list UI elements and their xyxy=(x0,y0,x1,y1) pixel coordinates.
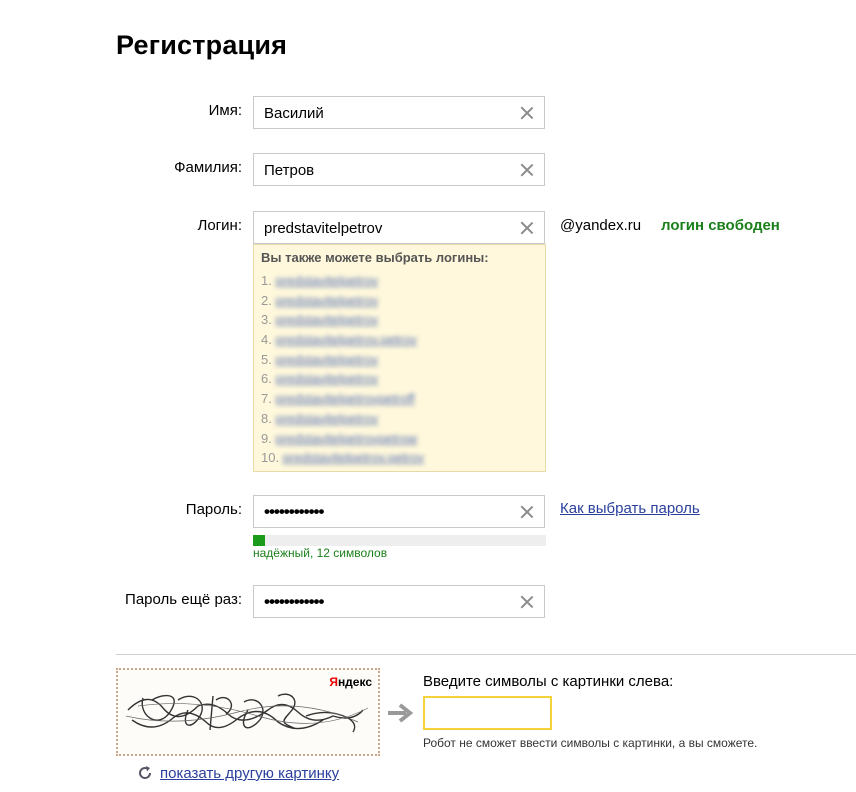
first-name-field[interactable]: Василий xyxy=(253,96,545,129)
password-repeat-value[interactable]: •••••••••••• xyxy=(264,592,324,612)
list-item: 8. predstavitelpetrov xyxy=(261,410,379,426)
list-item: 3. predstavitelpetrov xyxy=(261,312,379,328)
list-item: 7. predstavitelpetrovpetroff xyxy=(261,391,415,407)
suggestion-link[interactable]: predstavitelpetrov.petrov xyxy=(283,450,424,465)
close-icon[interactable] xyxy=(520,221,534,235)
login-suggestions: Вы также можете выбрать логины: 1. preds… xyxy=(253,244,546,472)
login-domain: @yandex.ru xyxy=(560,217,642,234)
password-value[interactable]: •••••••••••• xyxy=(264,502,324,522)
suggestions-list: 1. predstavitelpetrov 2. predstavitelpet… xyxy=(261,271,424,468)
captcha-input[interactable] xyxy=(423,696,552,730)
login-field[interactable]: predstavitelpetrov xyxy=(253,211,545,244)
suggestion-link[interactable]: predstavitelpetrovpetrow xyxy=(275,431,417,446)
suggestion-link[interactable]: predstavitelpetrov xyxy=(275,352,378,367)
suggestion-link[interactable]: predstavitelpetrov xyxy=(275,411,378,426)
arrow-right-icon xyxy=(388,703,414,723)
close-icon[interactable] xyxy=(520,595,534,609)
refresh-icon[interactable] xyxy=(137,765,153,781)
password-repeat-field[interactable]: •••••••••••• xyxy=(253,585,545,618)
suggestion-link[interactable]: predstavitelpetrov xyxy=(275,312,378,327)
list-item: 1. predstavitelpetrov xyxy=(261,273,379,288)
first-name-value[interactable]: Василий xyxy=(264,105,324,122)
password-strength-fill xyxy=(253,535,265,546)
suggestion-link[interactable]: predstavitelpetrov xyxy=(275,293,378,308)
suggestion-link[interactable]: predstavitelpetrovpetroff xyxy=(275,391,414,406)
list-item: 9. predstavitelpetrovpetrow xyxy=(261,430,418,446)
suggestion-link[interactable]: predstavitelpetrov xyxy=(275,273,378,288)
password-help-link[interactable]: Как выбрать пароль xyxy=(560,500,700,517)
captcha-glyphs xyxy=(125,693,369,733)
divider xyxy=(116,654,856,655)
login-label: Логин: xyxy=(197,217,243,234)
suggestions-title: Вы также можете выбрать логины: xyxy=(261,250,489,265)
list-item: 10. predstavitelpetrov.petrov xyxy=(261,450,425,466)
password-strength-bar xyxy=(253,535,546,546)
last-name-value[interactable]: Петров xyxy=(264,162,314,179)
login-status: логин свободен xyxy=(661,217,780,234)
close-icon[interactable] xyxy=(520,163,534,177)
captcha-note: Робот не сможет ввести символы с картинк… xyxy=(423,736,758,750)
refresh-captcha-link[interactable]: показать другую картинку xyxy=(160,765,339,782)
list-item: 2. predstavitelpetrov xyxy=(261,292,379,308)
suggestion-link[interactable]: predstavitelpetrov.petrov xyxy=(275,332,416,347)
password-repeat-label: Пароль ещё раз: xyxy=(125,591,242,608)
first-name-label: Имя: xyxy=(208,102,242,119)
last-name-label: Фамилия: xyxy=(174,159,242,176)
password-label: Пароль: xyxy=(185,501,242,518)
list-item: 6. predstavitelpetrov xyxy=(261,371,379,387)
password-strength-text: надёжный, 12 символов xyxy=(253,546,388,560)
close-icon[interactable] xyxy=(520,505,534,519)
list-item: 5. predstavitelpetrov xyxy=(261,351,379,367)
list-item: 4. predstavitelpetrov.petrov xyxy=(261,332,417,348)
page-title: Регистрация xyxy=(116,30,288,60)
last-name-field[interactable]: Петров xyxy=(253,153,545,186)
password-field[interactable]: •••••••••••• xyxy=(253,495,545,528)
close-icon[interactable] xyxy=(520,106,534,120)
suggestion-link[interactable]: predstavitelpetrov xyxy=(275,371,378,386)
captcha-prompt: Введите символы с картинки слева: xyxy=(423,673,674,690)
captcha-image: Яндекс xyxy=(116,668,380,756)
login-value[interactable]: predstavitelpetrov xyxy=(264,220,382,237)
